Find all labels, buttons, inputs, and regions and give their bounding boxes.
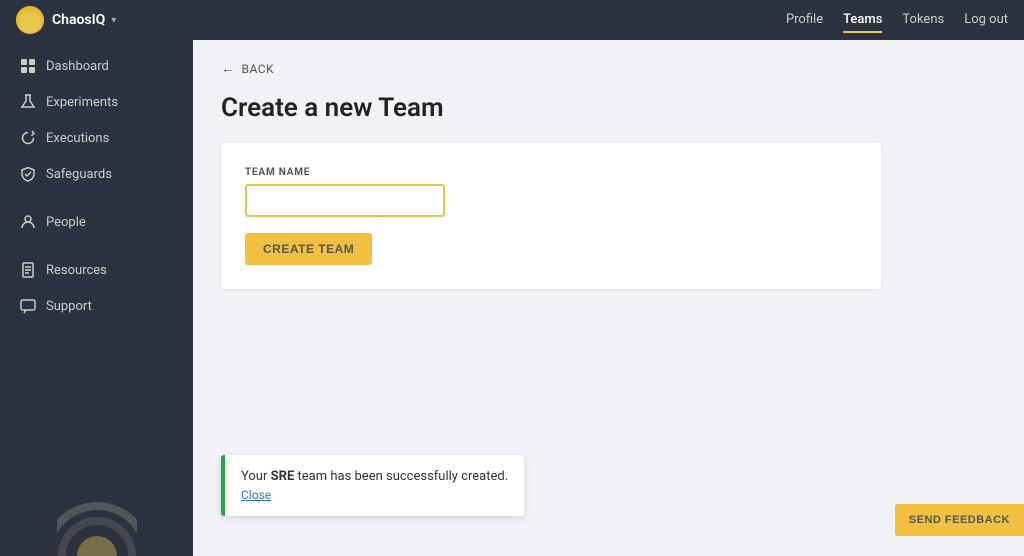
- notification-close[interactable]: Close: [241, 488, 508, 502]
- nav-logout[interactable]: Log out: [964, 8, 1008, 33]
- refresh-icon: [20, 130, 36, 146]
- team-name-label: TEAM NAME: [245, 167, 857, 178]
- sidebar-label-dashboard: Dashboard: [46, 59, 109, 74]
- sidebar-item-executions[interactable]: Executions: [0, 120, 193, 156]
- main-content: ← BACK Create a new Team TEAM NAME CREAT…: [193, 40, 1024, 556]
- send-feedback-button[interactable]: SEND FEEDBACK: [895, 504, 1024, 536]
- sidebar-label-experiments: Experiments: [46, 95, 118, 110]
- team-name-input[interactable]: [245, 184, 445, 217]
- sidebar-label-safeguards: Safeguards: [46, 167, 112, 182]
- person-icon: [20, 214, 36, 230]
- sidebar-item-dashboard[interactable]: Dashboard: [0, 48, 193, 84]
- notification-prefix: Your: [241, 469, 271, 484]
- create-team-form: TEAM NAME CREATE TEAM: [221, 143, 881, 289]
- topnav-links: Profile Teams Tokens Log out: [786, 8, 1008, 33]
- nav-teams[interactable]: Teams: [843, 8, 882, 33]
- flask-icon: [20, 94, 36, 110]
- sidebar-label-resources: Resources: [46, 263, 107, 278]
- sidebar-label-support: Support: [46, 299, 92, 314]
- notification-team-name: SRE: [271, 469, 295, 484]
- sidebar-label-people: People: [46, 215, 86, 230]
- nav-tokens[interactable]: Tokens: [902, 8, 944, 33]
- shield-icon: [20, 166, 36, 182]
- topnav: ChaosIQ ▾ Profile Teams Tokens Log out: [0, 0, 1024, 40]
- nav-profile[interactable]: Profile: [786, 8, 823, 33]
- sidebar-item-experiments[interactable]: Experiments: [0, 84, 193, 120]
- back-label: BACK: [242, 62, 275, 76]
- chat-icon: [20, 298, 36, 314]
- file-icon: [20, 262, 36, 278]
- sidebar: Dashboard Experiments Executions: [0, 40, 193, 556]
- brand-chevron[interactable]: ▾: [111, 15, 116, 26]
- sidebar-item-people[interactable]: People: [0, 204, 193, 240]
- sidebar-item-safeguards[interactable]: Safeguards: [0, 156, 193, 192]
- sidebar-item-resources[interactable]: Resources: [0, 252, 193, 288]
- app-logo[interactable]: [16, 6, 44, 34]
- back-link[interactable]: ← BACK: [221, 60, 996, 77]
- sidebar-label-executions: Executions: [46, 131, 109, 146]
- create-team-button[interactable]: CREATE TEAM: [245, 233, 372, 265]
- notification-suffix: team has been successfully created.: [294, 469, 508, 484]
- app-brand: ChaosIQ: [52, 12, 105, 28]
- page-title: Create a new Team: [221, 93, 996, 123]
- grid-icon: [20, 58, 36, 74]
- notification-text: Your SRE team has been successfully crea…: [241, 469, 508, 484]
- layout: Dashboard Experiments Executions: [0, 40, 1024, 556]
- back-arrow-icon: ←: [221, 60, 236, 77]
- sidebar-item-support[interactable]: Support: [0, 288, 193, 324]
- success-notification: Your SRE team has been successfully crea…: [221, 455, 524, 516]
